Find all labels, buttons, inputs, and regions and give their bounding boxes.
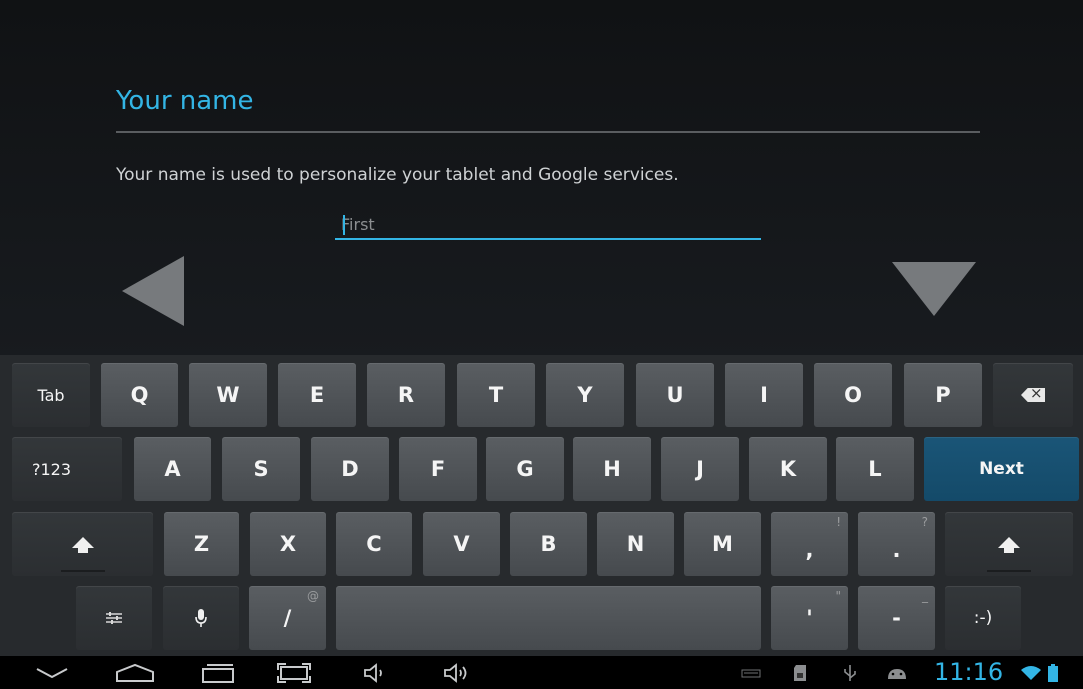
key-period-label: . — [892, 538, 901, 562]
key-tab[interactable]: Tab — [12, 363, 90, 427]
back-arrow-icon[interactable] — [122, 256, 184, 326]
home-button[interactable] — [112, 660, 158, 685]
key-n[interactable]: N — [597, 512, 674, 576]
microphone-icon — [195, 609, 207, 627]
key-slash-label: / — [283, 606, 292, 630]
chevron-down-icon — [36, 667, 68, 678]
key-t[interactable]: T — [457, 363, 535, 427]
key-o[interactable]: O — [814, 363, 892, 427]
soft-keyboard: Tab Q W E R T Y U I O P ?123 A S D F G H… — [0, 355, 1083, 656]
title-divider — [116, 131, 980, 133]
shift-icon — [998, 536, 1020, 553]
volume-down-icon — [364, 662, 382, 683]
key-shift-right[interactable] — [945, 512, 1073, 576]
key-dash-hint: _ — [922, 589, 928, 603]
key-h[interactable]: H — [573, 437, 651, 501]
first-name-input[interactable] — [335, 210, 761, 240]
key-apostrophe-hint: " — [835, 589, 841, 603]
page-title: Your name — [116, 86, 254, 116]
key-v[interactable]: V — [423, 512, 500, 576]
key-r[interactable]: R — [367, 363, 445, 427]
key-k[interactable]: K — [749, 437, 827, 501]
screenshot-button[interactable] — [274, 660, 314, 685]
recent-apps-button[interactable] — [198, 660, 238, 685]
key-i[interactable]: I — [725, 363, 803, 427]
volume-up-button[interactable] — [440, 660, 474, 685]
key-y[interactable]: Y — [546, 363, 624, 427]
home-icon — [116, 663, 154, 682]
volume-down-button[interactable] — [360, 660, 390, 685]
keyboard-status-icon — [740, 660, 762, 685]
key-d[interactable]: D — [311, 437, 389, 501]
status-clock: 11:16 — [934, 658, 1004, 686]
key-period[interactable]: . ? — [858, 512, 935, 576]
key-s[interactable]: S — [222, 437, 300, 501]
key-e[interactable]: E — [278, 363, 356, 427]
key-space[interactable] — [336, 586, 761, 650]
key-g[interactable]: G — [486, 437, 564, 501]
key-c[interactable]: C — [336, 512, 412, 576]
wifi-icon — [1018, 660, 1044, 685]
sd-card-icon — [790, 660, 810, 685]
key-apostrophe[interactable]: ' " — [771, 586, 848, 650]
hide-keyboard-button[interactable] — [32, 660, 72, 685]
key-b[interactable]: B — [510, 512, 587, 576]
key-next[interactable]: Next — [924, 437, 1079, 501]
key-period-hint: ? — [921, 515, 928, 529]
shift-indicator — [60, 570, 105, 572]
text-cursor — [343, 215, 345, 235]
key-j[interactable]: J — [661, 437, 739, 501]
key-f[interactable]: F — [399, 437, 477, 501]
key-p[interactable]: P — [904, 363, 982, 427]
setup-screen: Your name Your name is used to personali… — [0, 0, 1083, 360]
key-backspace[interactable] — [993, 363, 1073, 427]
description-text: Your name is used to personalize your ta… — [116, 165, 679, 185]
key-symbols[interactable]: ?123 — [12, 437, 122, 501]
key-settings[interactable] — [76, 586, 152, 650]
key-m[interactable]: M — [684, 512, 761, 576]
navigation-bar: 11:16 — [0, 656, 1083, 689]
android-debug-icon — [884, 660, 910, 685]
shift-icon — [71, 536, 94, 553]
screenshot-icon — [277, 662, 311, 683]
key-u[interactable]: U — [636, 363, 714, 427]
usb-icon — [840, 660, 860, 685]
key-a[interactable]: A — [134, 437, 211, 501]
key-dash[interactable]: - _ — [858, 586, 935, 650]
key-comma-hint: ! — [836, 515, 841, 529]
key-w[interactable]: W — [189, 363, 267, 427]
key-voice[interactable] — [163, 586, 239, 650]
key-l[interactable]: L — [836, 437, 914, 501]
key-apostrophe-label: ' — [806, 606, 813, 630]
backspace-icon — [1021, 388, 1045, 402]
recent-apps-icon — [202, 663, 234, 683]
key-comma-label: , — [805, 538, 814, 562]
key-q[interactable]: Q — [101, 363, 178, 427]
shift-indicator — [987, 570, 1031, 572]
key-x[interactable]: X — [250, 512, 326, 576]
key-z[interactable]: Z — [164, 512, 239, 576]
key-comma[interactable]: , ! — [771, 512, 848, 576]
next-arrow-icon[interactable] — [892, 262, 976, 316]
key-dash-label: - — [892, 606, 901, 630]
key-shift-left[interactable] — [12, 512, 153, 576]
key-slash-hint: @ — [307, 589, 319, 603]
key-slash[interactable]: / @ — [249, 586, 326, 650]
battery-icon — [1046, 660, 1060, 685]
key-smiley[interactable]: :-) — [945, 586, 1021, 650]
volume-up-icon — [444, 662, 467, 683]
settings-sliders-icon — [106, 612, 122, 624]
